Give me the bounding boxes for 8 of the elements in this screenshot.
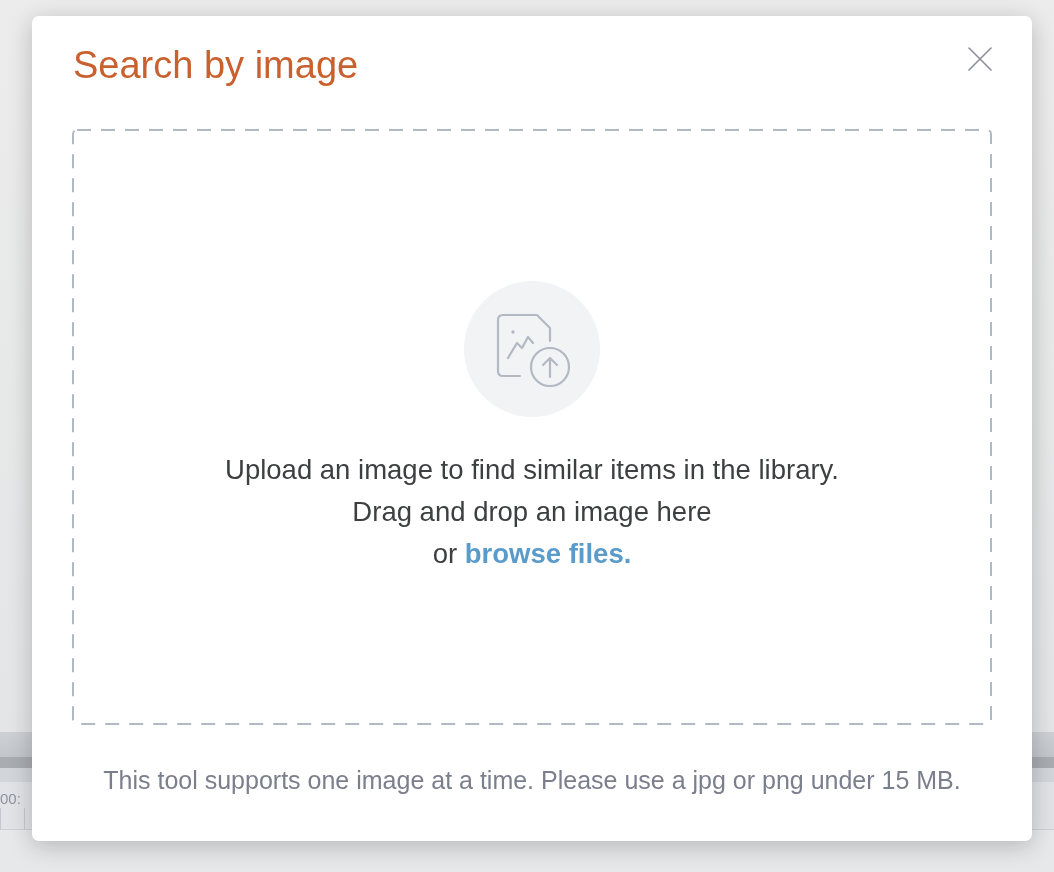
file-limit-note: This tool supports one image at a time. Please use a jpg or png under 15 MB.: [102, 765, 962, 795]
image-upload-icon: [464, 281, 600, 417]
upload-instructions: Upload an image to find similar items in the library. Drag and drop an image here or browse files.: [225, 453, 839, 571]
close-button[interactable]: [965, 44, 995, 74]
dialog-title: Search by image: [73, 43, 359, 88]
drop-zone[interactable]: Upload an image to find similar items in the library. Drag and drop an image here or browse files.: [72, 129, 992, 725]
close-icon: [968, 47, 992, 71]
timeline-timecode: 00:: [0, 789, 21, 808]
